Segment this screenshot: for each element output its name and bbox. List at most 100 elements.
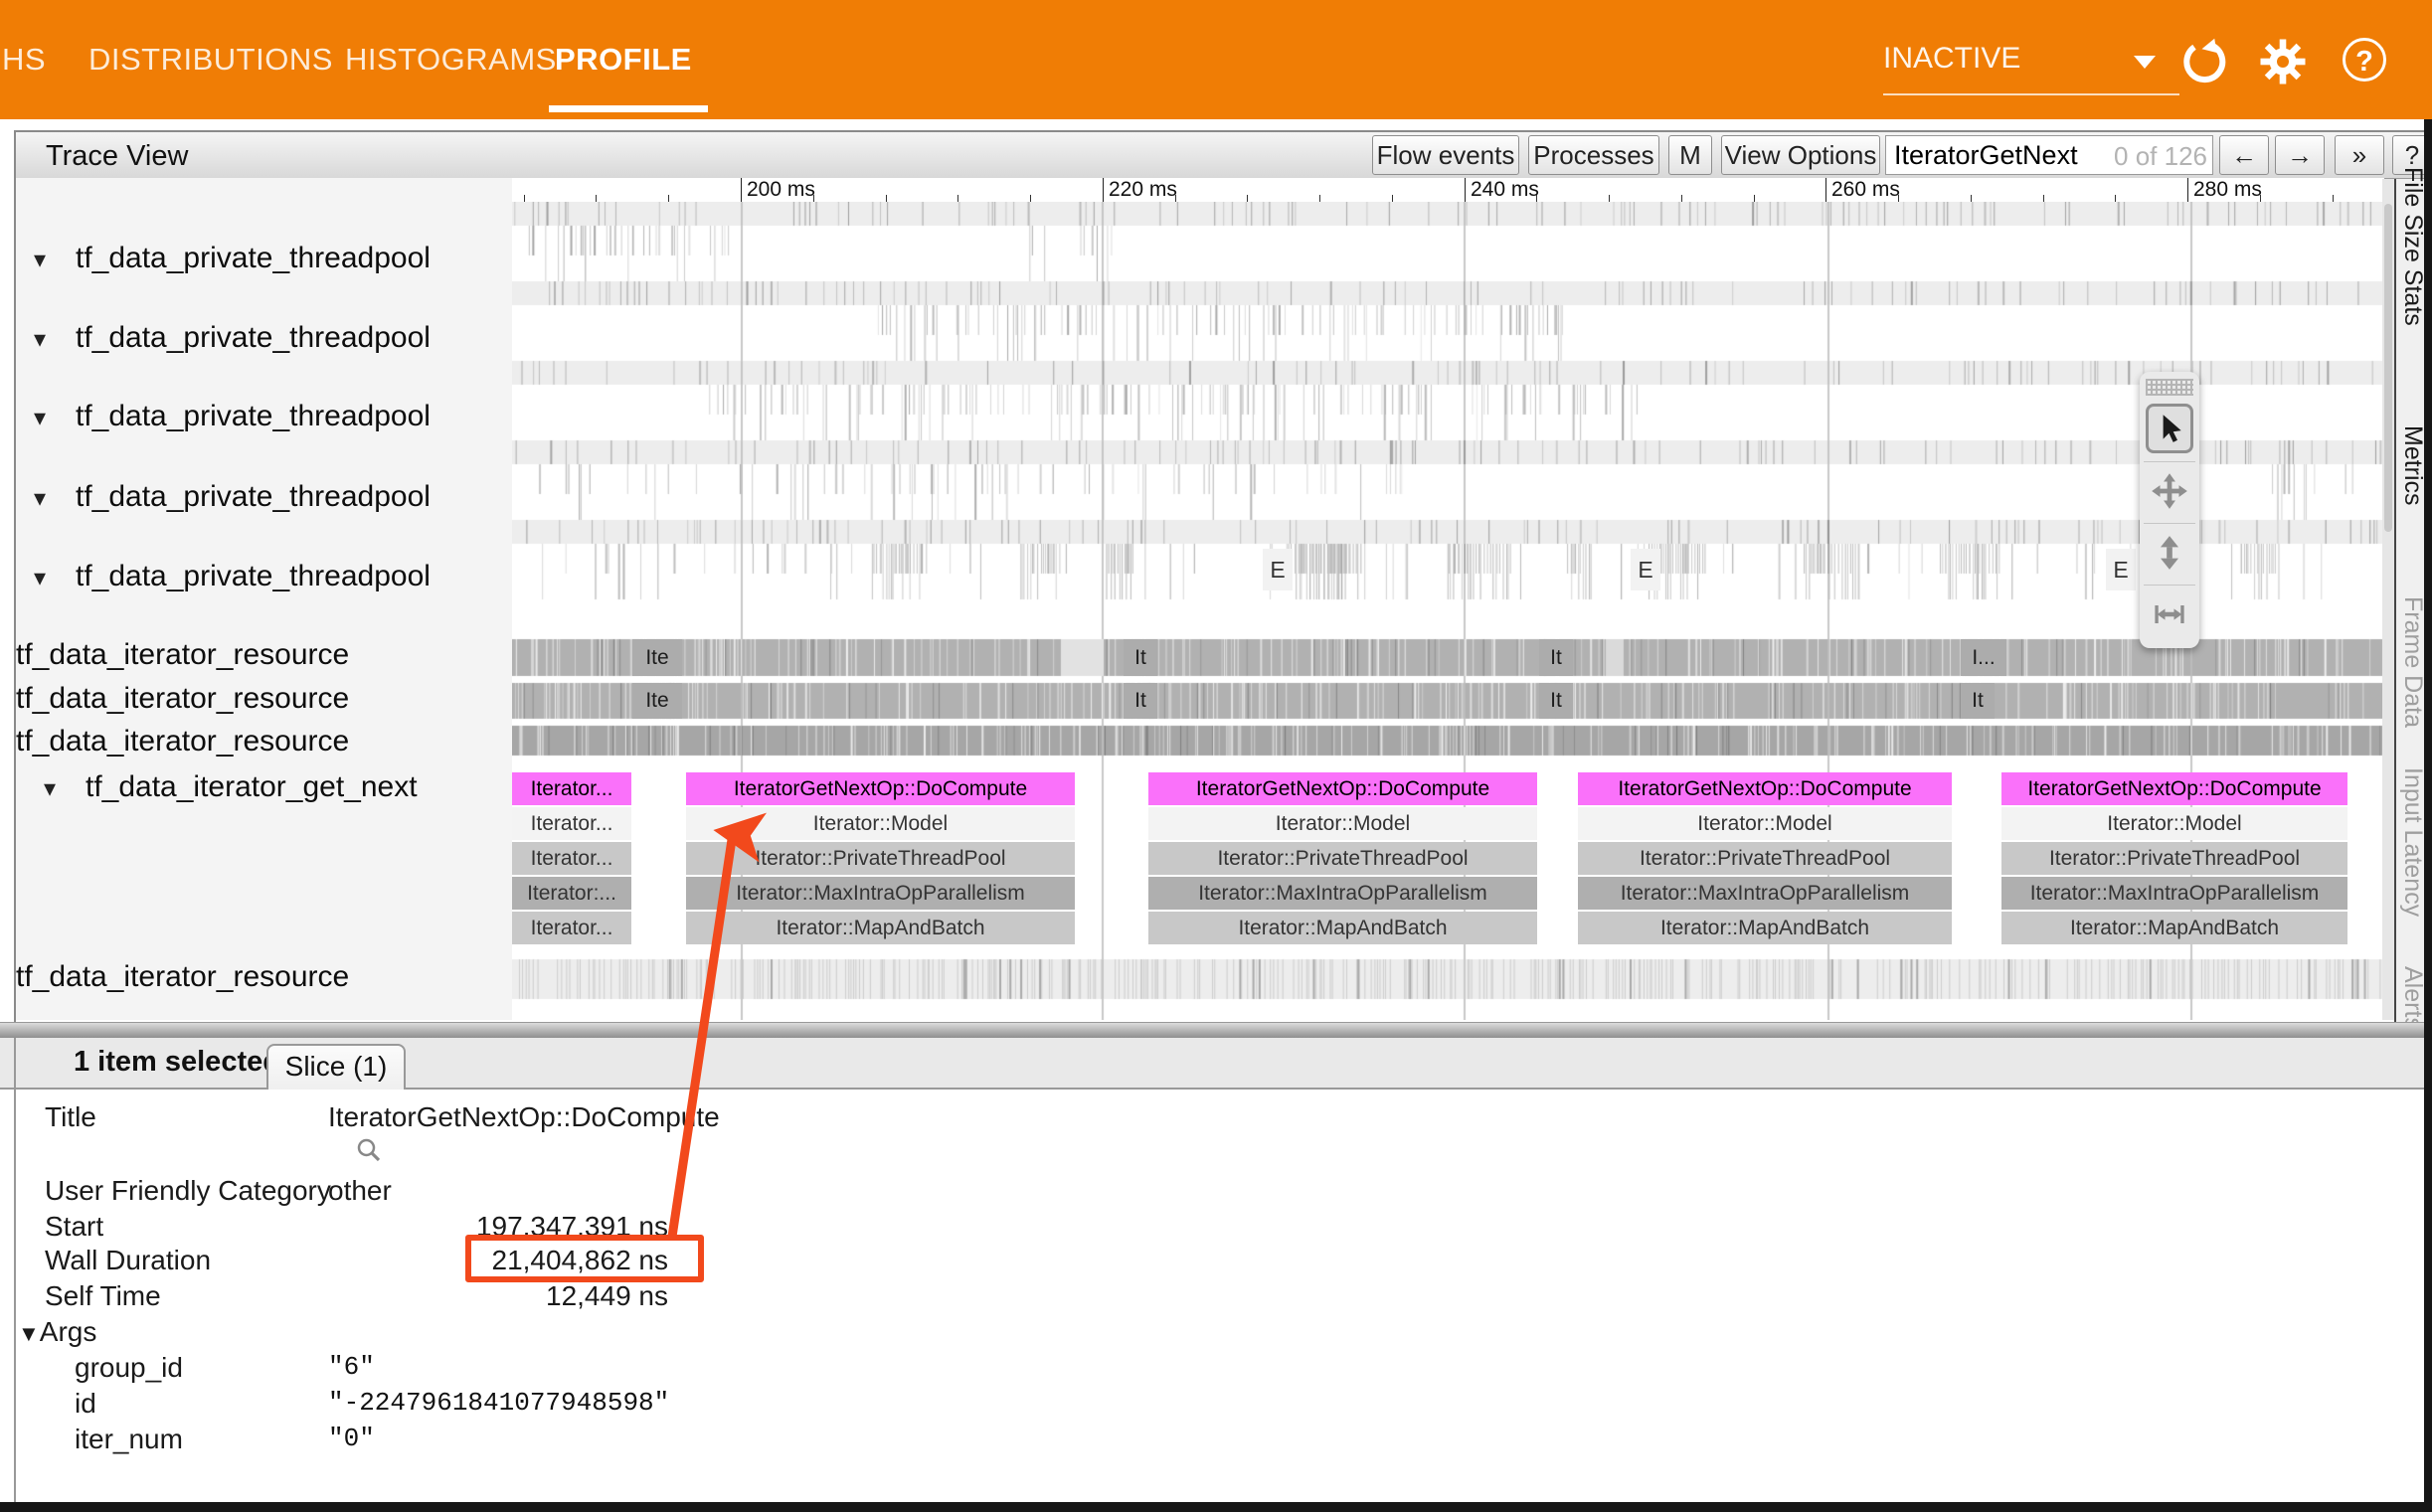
ruler-tick-label: 220 ms [1109,178,1177,202]
track-label-6[interactable]: tf_data_iterator_resource [16,682,349,716]
timing-tool-button[interactable] [2144,585,2195,643]
ruler-minor-tick [813,195,814,202]
collapse-arrow-icon[interactable]: ▾ [34,246,46,274]
window-edge-bottom [0,1502,2432,1512]
getnext-docompute-slice[interactable]: IteratorGetNextOp::DoCompute [1148,772,1537,805]
pan-tool-button[interactable] [2144,461,2195,520]
args-toggle[interactable]: ▼Args [18,1316,96,1348]
event-marker-slice[interactable]: E [1263,549,1293,590]
tool-palette [2140,372,2199,648]
ruler-minor-tick [1971,195,1972,202]
header-tab-profile[interactable]: PROFILE [555,42,692,78]
getnext-child-slice[interactable]: Iterator::MaxIntraOpParallelism [1148,877,1537,910]
getnext-child-slice[interactable]: Iterator:... [512,877,631,910]
getnext-child-slice[interactable]: Iterator::MaxIntraOpParallelism [2001,877,2347,910]
getnext-child-slice[interactable]: Iterator::MapAndBatch [686,912,1075,944]
side-tab-input-latency[interactable]: Input Latency [2398,767,2427,917]
resource-slice[interactable]: I... [1961,639,2006,676]
reload-icon[interactable] [2179,38,2227,85]
processes-button[interactable]: Processes [1528,135,1659,175]
ruler-minor-tick [1536,195,1537,202]
search-prev-button[interactable]: ← [2219,135,2269,175]
ruler-minor-tick [1898,195,1899,202]
getnext-child-slice[interactable]: Iterator... [512,842,631,875]
track-label-4[interactable]: tf_data_private_threadpool [76,560,431,593]
ruler-minor-tick [2043,195,2044,202]
help-icon[interactable]: ? [2343,38,2386,82]
track-label-1[interactable]: tf_data_private_threadpool [76,321,431,355]
panel-divider[interactable] [0,1022,2432,1038]
ruler-minor-tick [886,195,887,202]
getnext-child-slice[interactable]: Iterator::Model [1578,807,1952,840]
side-tab-alerts[interactable]: Alerts [2398,966,2427,1030]
palette-drag-handle[interactable] [2146,379,2193,396]
collapse-arrow-icon[interactable]: ▾ [34,484,46,513]
getnext-child-slice[interactable]: Iterator::MaxIntraOpParallelism [1578,877,1952,910]
select-tool-button[interactable] [2144,400,2195,457]
resource-slice[interactable]: Ite [632,639,682,676]
getnext-docompute-slice[interactable]: IteratorGetNextOp::DoCompute [686,772,1075,805]
getnext-child-slice[interactable]: Iterator::Model [2001,807,2347,840]
resource-slice[interactable]: It [1124,639,1157,676]
window-edge-right [2424,119,2432,1503]
side-tab-metrics[interactable]: Metrics [2398,425,2427,506]
collapse-arrow-icon[interactable]: ▾ [34,564,46,592]
search-input[interactable] [1885,135,2213,175]
event-marker-slice[interactable]: E [1631,549,1660,590]
getnext-child-slice[interactable]: Iterator::PrivateThreadPool [2001,842,2347,875]
app-header: HSDISTRIBUTIONSHISTOGRAMSPROFILE INACTIV… [0,0,2432,119]
event-marker-slice[interactable]: E [2106,549,2136,590]
getnext-child-slice[interactable]: Iterator::MapAndBatch [2001,912,2347,944]
ruler-major-tick [741,178,742,202]
track-label-8[interactable]: tf_data_iterator_get_next [86,770,418,804]
collapse-arrow-icon[interactable]: ▾ [34,325,46,354]
getnext-child-slice[interactable]: Iterator::MaxIntraOpParallelism [686,877,1075,910]
args-label: Args [40,1316,97,1347]
track-label-5[interactable]: tf_data_iterator_resource [16,638,349,672]
header-tab-histograms[interactable]: HISTOGRAMS [345,42,557,78]
search-next-button[interactable]: → [2275,135,2325,175]
track-label-2[interactable]: tf_data_private_threadpool [76,400,431,433]
tab-slice[interactable]: Slice (1) [266,1044,406,1090]
getnext-child-slice[interactable]: Iterator::PrivateThreadPool [1148,842,1537,875]
zoom-tool-button[interactable] [2144,523,2195,582]
arg-key-id: id [75,1388,96,1420]
resource-slice[interactable]: It [1539,683,1573,719]
expand-panel-button[interactable]: » [2335,135,2384,175]
getnext-docompute-slice[interactable]: Iterator... [512,772,631,805]
view-options-button[interactable]: View Options [1721,135,1880,175]
dropdown-caret-icon[interactable] [2134,56,2156,69]
side-tab-file-size-stats[interactable]: File Size Stats [2398,167,2427,326]
resource-slice[interactable]: Ite [632,683,682,719]
getnext-child-slice[interactable]: Iterator::Model [1148,807,1537,840]
resource-slice[interactable]: It [1539,639,1573,676]
collapse-arrow-icon[interactable]: ▾ [34,404,46,432]
getnext-docompute-slice[interactable]: IteratorGetNextOp::DoCompute [1578,772,1952,805]
search-title-icon[interactable] [354,1135,384,1165]
getnext-child-slice[interactable]: Iterator::Model [686,807,1075,840]
header-tab-distributions[interactable]: DISTRIBUTIONS [88,42,333,78]
resource-slice[interactable]: It [1124,683,1157,719]
ruler-tick-label: 240 ms [1471,178,1539,202]
track-label-7[interactable]: tf_data_iterator_resource [16,725,349,758]
getnext-child-slice[interactable]: Iterator::PrivateThreadPool [1578,842,1952,875]
vertical-scrollbar-thumb[interactable] [2384,204,2392,532]
getnext-child-slice[interactable]: Iterator::MapAndBatch [1578,912,1952,944]
header-tab-hs[interactable]: HS [2,42,46,78]
getnext-docompute-slice[interactable]: IteratorGetNextOp::DoCompute [2001,772,2347,805]
pan-move-icon [2151,472,2188,510]
track-label-0[interactable]: tf_data_private_threadpool [76,242,431,275]
getnext-child-slice[interactable]: Iterator::MapAndBatch [1148,912,1537,944]
flow-events-button[interactable]: Flow events [1372,135,1519,175]
side-tab-frame-data[interactable]: Frame Data [2398,596,2427,728]
settings-gear-icon[interactable] [2259,38,2307,85]
ruler-minor-tick [957,195,958,202]
getnext-child-slice[interactable]: Iterator... [512,807,631,840]
m-button[interactable]: M [1668,135,1712,175]
getnext-child-slice[interactable]: Iterator::PrivateThreadPool [686,842,1075,875]
track-label-9[interactable]: tf_data_iterator_resource [16,960,349,994]
track-label-3[interactable]: tf_data_private_threadpool [76,480,431,514]
collapse-arrow-icon[interactable]: ▾ [44,774,56,803]
resource-slice[interactable]: It [1961,683,1995,719]
getnext-child-slice[interactable]: Iterator... [512,912,631,944]
